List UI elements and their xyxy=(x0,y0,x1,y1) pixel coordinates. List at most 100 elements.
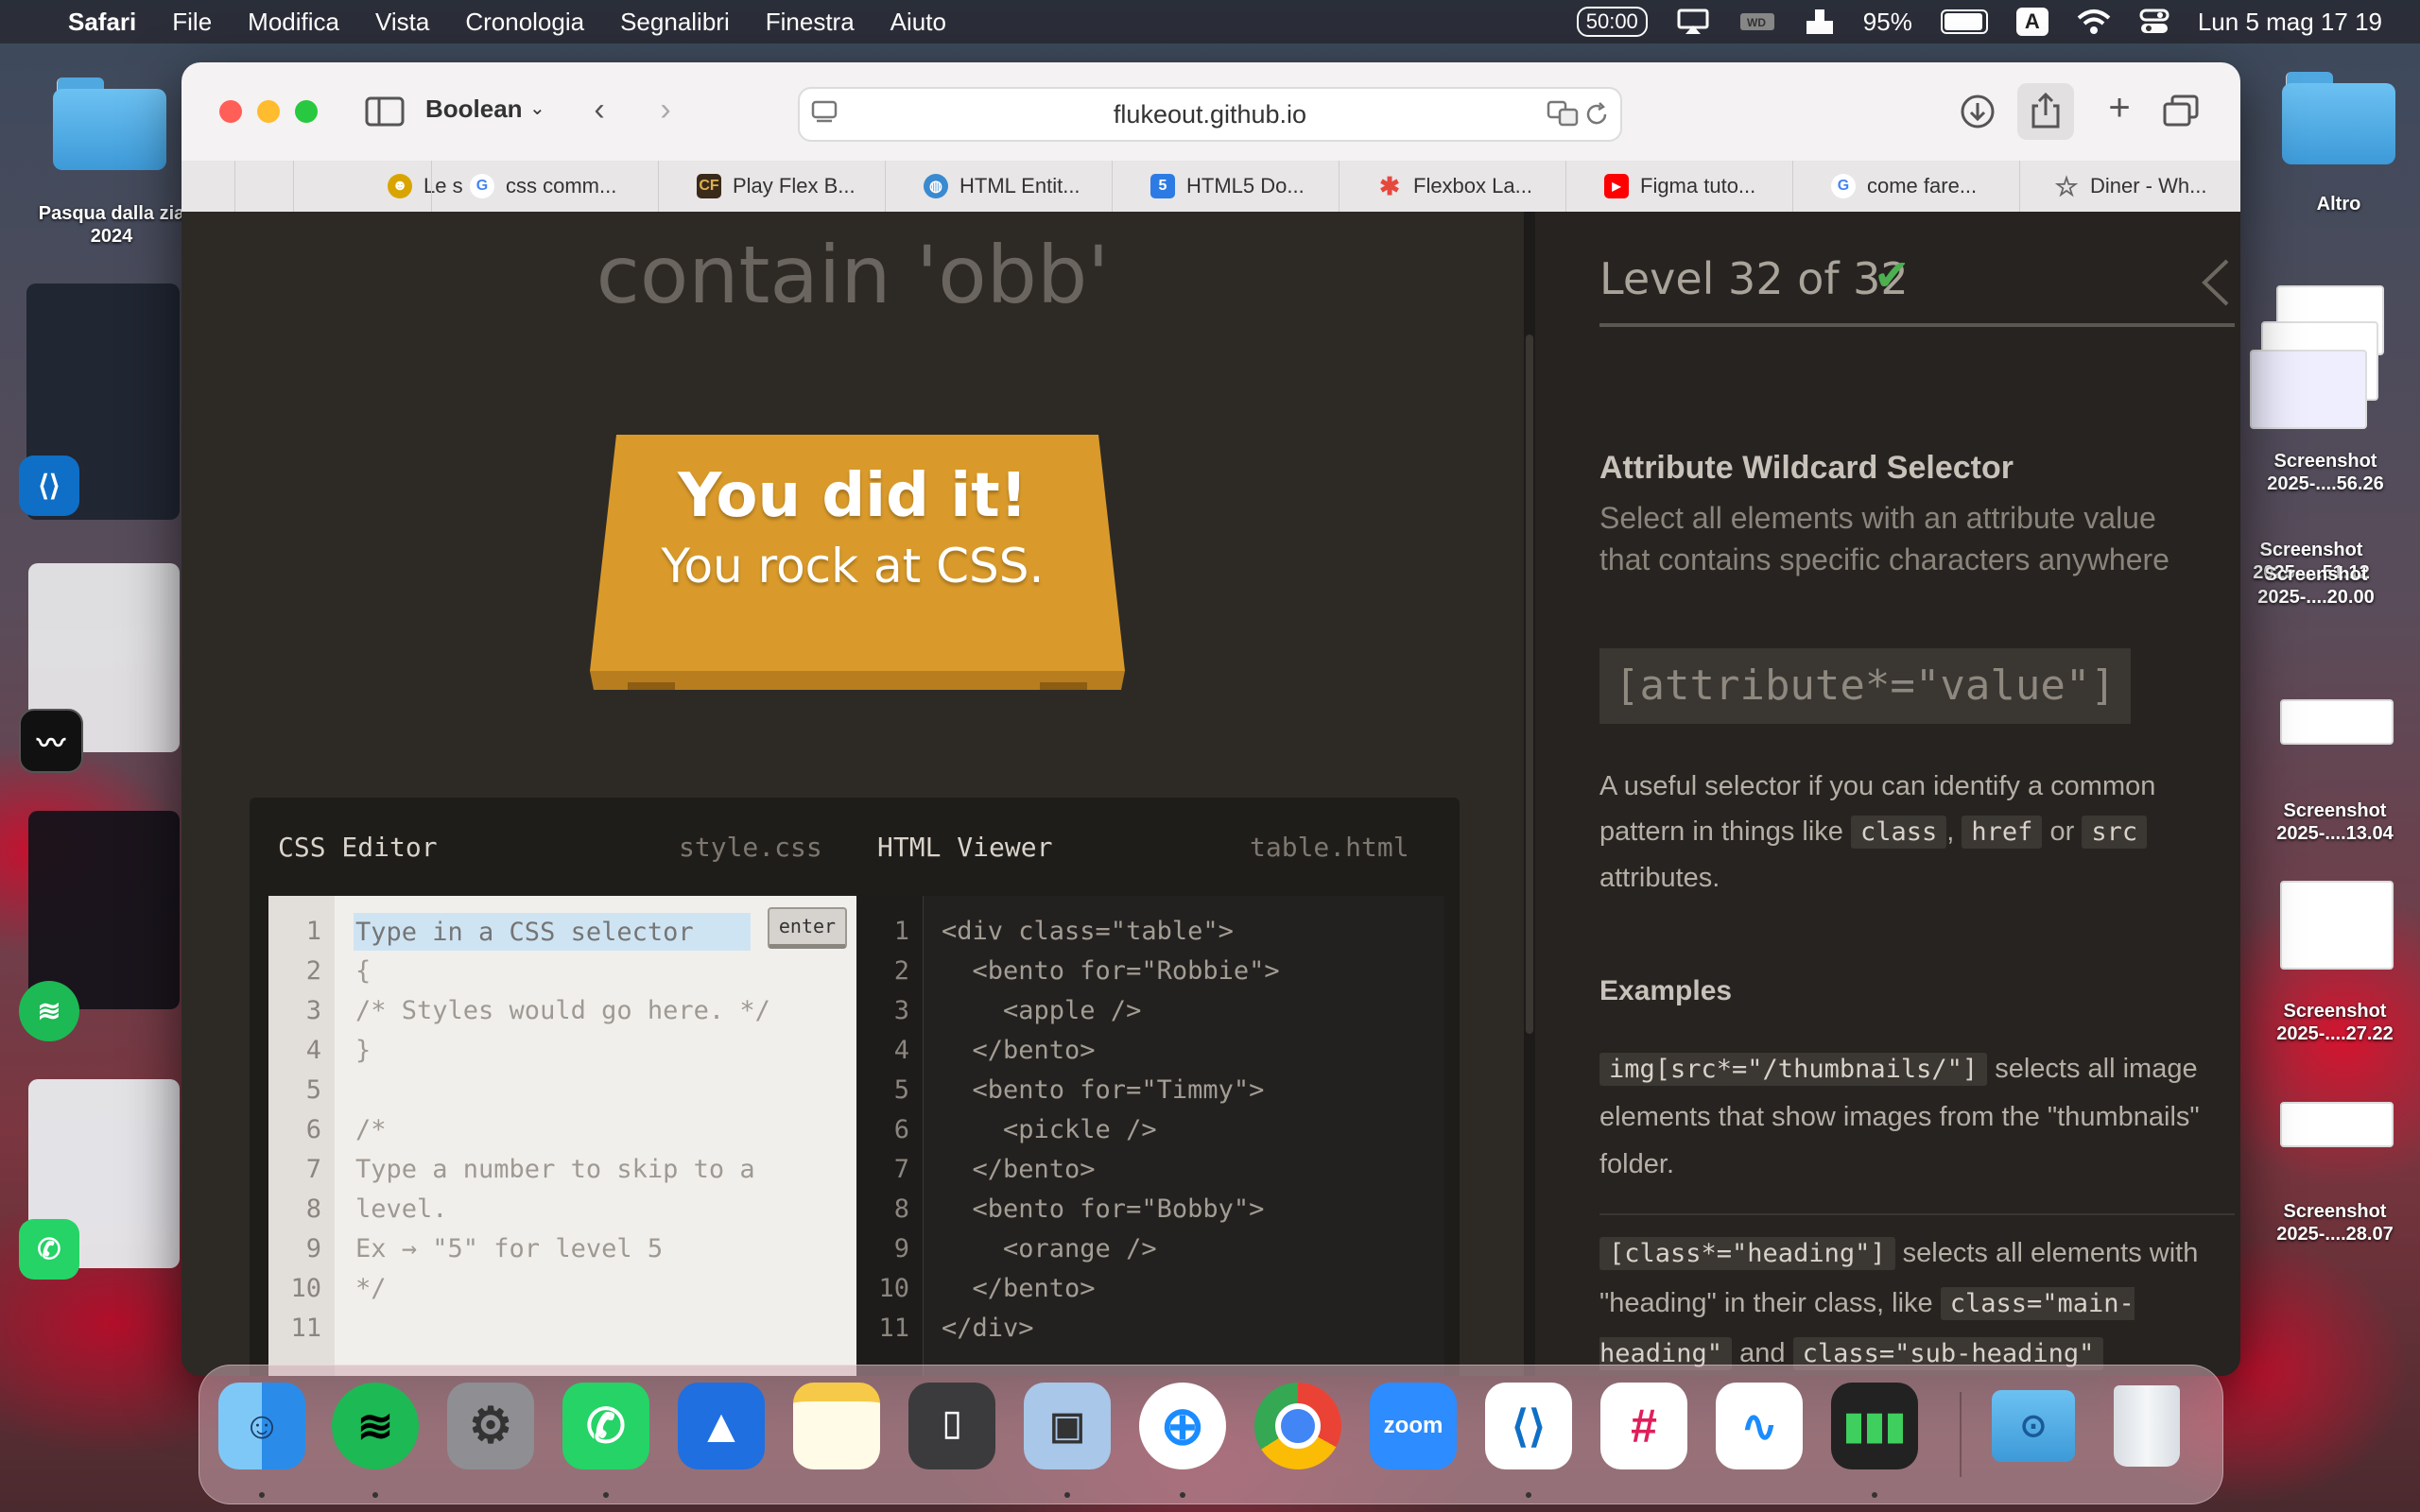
control-center-icon[interactable] xyxy=(2139,9,2169,35)
activity-monitor-icon[interactable]: 〰 xyxy=(19,709,83,773)
zoom-button[interactable] xyxy=(295,100,318,123)
css-editor-pane[interactable]: 1 2 3 4 5 6 7 8 9 10 11 enter { xyxy=(268,896,856,1376)
downloads-folder-icon[interactable]: ⊙ xyxy=(1990,1383,2077,1469)
previous-level-icon[interactable] xyxy=(2199,257,2231,308)
menu-finestra[interactable]: Finestra xyxy=(766,8,855,37)
new-tab-icon[interactable]: + xyxy=(2099,89,2140,127)
preview-icon[interactable]: ▣ xyxy=(1024,1383,1111,1469)
asterisk-icon: ✱ xyxy=(1379,171,1400,200)
back-icon[interactable]: ‹ xyxy=(579,91,620,129)
menu-clock[interactable]: Lun 5 mag 17 19 xyxy=(2198,8,2382,37)
minimize-button[interactable] xyxy=(257,100,280,123)
css-selector-input[interactable] xyxy=(354,913,751,951)
screenshot-thumbnail[interactable] xyxy=(2280,699,2394,745)
zoom-icon[interactable]: zoom xyxy=(1370,1383,1457,1469)
html-line[interactable]: <bento for="Bobby"> xyxy=(942,1194,1265,1224)
html-viewer-pane[interactable]: 1 2 3 4 5 6 7 8 9 10 11 <div class="tabl… xyxy=(856,896,1444,1376)
screenshot-label[interactable]: Screenshot 2025-....13.04 xyxy=(2250,799,2420,845)
reload-icon[interactable] xyxy=(1584,102,1609,127)
safari-icon[interactable]: ⊕ xyxy=(1139,1383,1226,1469)
tab-item[interactable]: ☆ Diner - Wh... xyxy=(2019,161,2240,212)
html-line[interactable]: </div> xyxy=(942,1314,1034,1343)
html-line[interactable]: <orange /> xyxy=(942,1234,1157,1263)
share-button[interactable] xyxy=(2017,83,2074,140)
vscode-icon[interactable]: ⟨⟩ xyxy=(19,455,79,516)
freeform-icon[interactable]: ∿ xyxy=(1716,1383,1803,1469)
tab-pinned[interactable] xyxy=(182,161,234,212)
screenshot-thumbnail[interactable] xyxy=(2280,1102,2394,1147)
menu-modifica[interactable]: Modifica xyxy=(248,8,339,37)
spark-mail-icon[interactable]: ▲ xyxy=(678,1383,765,1469)
whatsapp-icon[interactable]: ✆ xyxy=(19,1219,79,1280)
tab-pinned[interactable] xyxy=(234,161,293,212)
folder-icon[interactable] xyxy=(53,77,166,172)
battery-icon[interactable] xyxy=(1940,9,1988,34)
forward-icon[interactable]: › xyxy=(645,91,686,129)
whatsapp-icon[interactable]: ✆ xyxy=(562,1383,649,1469)
istat-menus-icon[interactable]: ▮▮▮ xyxy=(1831,1383,1918,1469)
html-line[interactable]: <apple /> xyxy=(942,996,1141,1025)
downloads-icon[interactable] xyxy=(1959,93,1996,130)
finder-icon[interactable]: ☺ xyxy=(218,1383,305,1469)
screenshot-thumbnail[interactable] xyxy=(2250,350,2367,429)
cf-icon: CF xyxy=(697,174,721,198)
folder-label-pasqua[interactable]: Pasqua dalla zia 2024 xyxy=(19,202,204,248)
html-line[interactable]: <div class="table"> xyxy=(942,917,1234,946)
input-source-icon[interactable]: A xyxy=(2015,8,2048,36)
cast-icon[interactable] xyxy=(1676,8,1710,36)
address-bar[interactable]: flukeout.github.io xyxy=(798,87,1622,142)
screenshot-app-icon[interactable]: ⌷ xyxy=(908,1383,995,1469)
html-line[interactable]: </bento> xyxy=(942,1155,1096,1184)
tab-item[interactable]: Gcome fare... xyxy=(1792,161,2019,212)
folder-icon[interactable] xyxy=(2282,72,2395,166)
menu-app-name[interactable]: Safari xyxy=(68,8,136,37)
close-button[interactable] xyxy=(219,100,242,123)
tab-item[interactable]: CF Play Flex B... xyxy=(658,161,885,212)
menu-aiuto[interactable]: Aiuto xyxy=(890,8,946,37)
trash-icon[interactable] xyxy=(2103,1383,2190,1469)
drive-icon[interactable]: WD xyxy=(1738,9,1776,34)
tab-item[interactable]: 5 HTML5 Do... xyxy=(1112,161,1339,212)
screenshot-label[interactable]: Screenshot 2025-....27.22 xyxy=(2250,1000,2420,1045)
html-line[interactable]: <bento for="Robbie"> xyxy=(942,956,1280,986)
folder-label-altro[interactable]: Altro xyxy=(2282,193,2395,215)
stage-window-thumbnail[interactable] xyxy=(28,811,180,1009)
tab-item[interactable]: ◍ HTML Entit... xyxy=(885,161,1112,212)
html-line[interactable]: <pickle /> xyxy=(942,1115,1157,1144)
tab-group-label[interactable]: Boolean xyxy=(425,94,523,124)
menu-vista[interactable]: Vista xyxy=(375,8,429,37)
chrome-icon[interactable] xyxy=(1254,1383,1341,1469)
spotify-icon[interactable]: ≋ xyxy=(19,981,79,1041)
spotify-icon[interactable]: ≋ xyxy=(332,1383,419,1469)
html-line[interactable]: </bento> xyxy=(942,1274,1096,1303)
url-text[interactable]: flukeout.github.io xyxy=(800,100,1620,129)
scrollbar[interactable] xyxy=(1524,212,1535,1376)
timer-status[interactable]: 50:00 xyxy=(1576,7,1648,37)
globe-icon: ◍ xyxy=(924,174,948,198)
menu-segnalibri[interactable]: Segnalibri xyxy=(620,8,730,37)
google-icon: G xyxy=(470,174,494,198)
screenshot-label[interactable]: Screenshot 2025-....20.00 xyxy=(2231,563,2401,609)
screenshot-thumbnail[interactable] xyxy=(2280,881,2394,970)
html-line[interactable]: <bento for="Timmy"> xyxy=(942,1075,1265,1105)
sidebar-toggle-icon[interactable] xyxy=(365,96,405,127)
menu-file[interactable]: File xyxy=(172,8,212,37)
tab-item[interactable]: ▶ Figma tuto... xyxy=(1565,161,1792,212)
translate-icon[interactable] xyxy=(1547,100,1579,127)
tab-item[interactable]: Gcss comm... xyxy=(431,161,658,212)
menu-cronologia[interactable]: Cronologia xyxy=(465,8,584,37)
chevron-down-icon[interactable]: ⌄ xyxy=(529,96,545,120)
slack-icon[interactable]: # xyxy=(1600,1383,1687,1469)
tab-overview-icon[interactable] xyxy=(2163,94,2199,129)
notes-icon[interactable] xyxy=(793,1383,880,1469)
wifi-icon[interactable] xyxy=(2077,9,2111,35)
enter-button[interactable]: enter xyxy=(768,907,847,949)
screenshot-label[interactable]: Screenshot 2025-....56.26 xyxy=(2231,450,2420,495)
tab-item[interactable]: ✱ Flexbox La... xyxy=(1339,161,1565,212)
screenshot-label[interactable]: Screenshot 2025-....28.07 xyxy=(2250,1200,2420,1246)
html-line[interactable]: </bento> xyxy=(942,1036,1096,1065)
system-settings-icon[interactable]: ⚙ xyxy=(447,1383,534,1469)
usb-drive-icon[interactable] xyxy=(1805,8,1835,36)
html5-icon: 5 xyxy=(1150,174,1175,198)
vscode-icon[interactable]: ⟨⟩ xyxy=(1485,1383,1572,1469)
